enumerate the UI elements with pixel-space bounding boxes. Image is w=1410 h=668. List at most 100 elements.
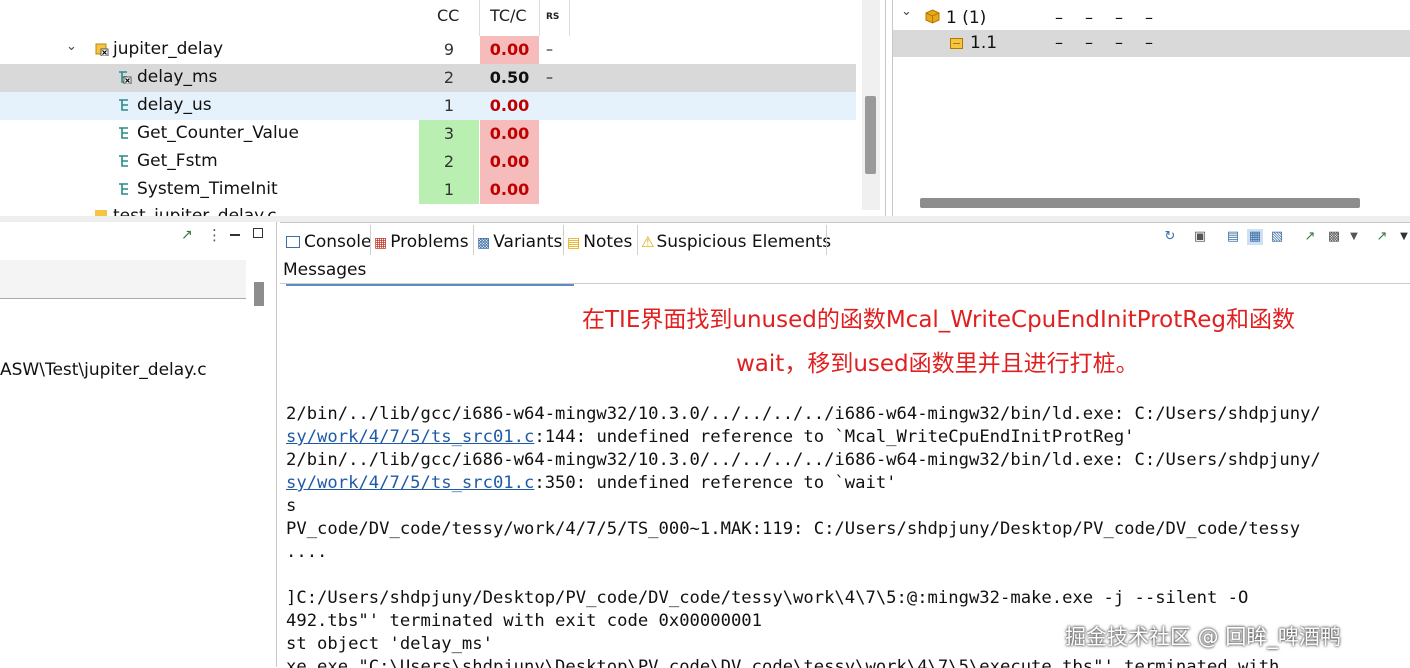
tree-item-label: Get_Counter_Value bbox=[137, 123, 299, 143]
test-step-icon bbox=[950, 38, 963, 49]
console-line-text: :350: undefined reference to `wait' bbox=[534, 473, 897, 493]
tab-separator bbox=[826, 225, 827, 255]
column-header-rs[interactable]: RS bbox=[546, 12, 559, 22]
new-window-icon[interactable]: ↗ bbox=[181, 227, 193, 243]
tree-item-label: Get_Fstm bbox=[137, 151, 218, 171]
source-file-icon bbox=[95, 43, 109, 56]
status-dash: – bbox=[1145, 33, 1153, 52]
cc-value: 1 bbox=[443, 96, 455, 115]
tab-problems[interactable]: ▦ Problems bbox=[374, 227, 469, 257]
console-icon bbox=[286, 236, 300, 248]
tc-value: 0.00 bbox=[489, 96, 530, 115]
status-dash: – bbox=[1055, 33, 1063, 52]
tab-variants[interactable]: ▩ Variants bbox=[477, 227, 562, 257]
column-header-tc[interactable]: TC/C bbox=[490, 6, 527, 25]
function-icon bbox=[119, 183, 128, 195]
test-case-row[interactable]: ⌄ 1 (1) – – – – bbox=[893, 3, 1410, 30]
status-dash: – bbox=[1115, 33, 1123, 52]
cc-value: 2 bbox=[443, 68, 455, 87]
terminate-icon[interactable]: ▣ bbox=[1192, 229, 1208, 245]
rs-value: – bbox=[546, 70, 553, 86]
minimize-icon[interactable] bbox=[230, 234, 240, 236]
console-line: st object 'delay_ms' bbox=[286, 634, 493, 654]
tree-row-system-timeinit[interactable]: System_TimeInit 1 0.00 bbox=[0, 176, 856, 204]
column-separator[interactable] bbox=[479, 0, 480, 36]
tab-separator bbox=[637, 225, 638, 255]
tree-row-jupiter-delay[interactable]: ⌄ jupiter_delay 9 0.00 – bbox=[0, 36, 856, 64]
cut-link-line bbox=[286, 284, 574, 286]
tree-row-get-counter-value[interactable]: Get_Counter_Value 3 0.00 bbox=[0, 120, 856, 148]
test-case-label: 1 (1) bbox=[946, 8, 987, 28]
display-console-icon[interactable]: ▩ bbox=[1326, 229, 1342, 245]
tab-label: Notes bbox=[583, 232, 633, 252]
function-icon bbox=[119, 155, 128, 167]
properties-header bbox=[0, 260, 246, 299]
test-case-scrollbar[interactable] bbox=[920, 198, 1360, 208]
tree-row-delay-us[interactable]: delay_us 1 0.00 bbox=[0, 92, 856, 120]
cc-value: 3 bbox=[419, 120, 479, 148]
word-wrap-icon[interactable]: ▧ bbox=[1269, 229, 1285, 245]
console-line: 2/bin/../lib/gcc/i686-w64-mingw32/10.3.0… bbox=[286, 450, 1321, 470]
console-line: xe.exe "C:\Users\shdpjuny\Desktop\PV_cod… bbox=[286, 657, 1280, 668]
function-icon bbox=[119, 127, 128, 139]
tab-notes[interactable]: ▤ Notes bbox=[567, 227, 632, 257]
tab-separator bbox=[370, 225, 371, 255]
function-icon bbox=[119, 99, 128, 111]
column-separator[interactable] bbox=[539, 0, 540, 36]
tab-label: Console bbox=[304, 232, 372, 252]
view-menu-icon[interactable]: ▼ bbox=[1396, 229, 1410, 245]
status-dash: – bbox=[1055, 8, 1063, 27]
column-header-cc[interactable]: CC bbox=[437, 6, 459, 25]
console-line: 2/bin/../lib/gcc/i686-w64-mingw32/10.3.0… bbox=[286, 404, 1321, 424]
console-line: s bbox=[286, 496, 297, 516]
tab-suspicious-elements[interactable]: ⚠ Suspicious Elements bbox=[641, 227, 831, 257]
messages-header: Messages bbox=[280, 257, 1410, 284]
tab-label: Problems bbox=[390, 232, 469, 252]
console-line: PV_code/DV_code/tessy/work/4/7/5/TS_000~… bbox=[286, 519, 1301, 539]
annotation-line-2: wait，移到used函数里并且进行打桩。 bbox=[736, 351, 1139, 377]
status-dash: – bbox=[1145, 8, 1153, 27]
rs-value: – bbox=[546, 42, 553, 58]
status-dash: – bbox=[1085, 33, 1093, 52]
clear-console-icon[interactable]: ▤ bbox=[1225, 229, 1241, 245]
tab-console[interactable]: Console bbox=[284, 227, 372, 257]
cc-value: 9 bbox=[443, 40, 455, 59]
chevron-down-icon[interactable]: ⌄ bbox=[66, 39, 77, 54]
tree-row-delay-ms[interactable]: delay_ms 2 0.50 – bbox=[0, 64, 856, 92]
tc-value: 0.00 bbox=[480, 148, 539, 176]
properties-scrollbar[interactable] bbox=[254, 282, 264, 306]
properties-panel: ↗ ⋮ ASW\Test\jupiter_delay.c bbox=[0, 222, 277, 667]
test-case-icon bbox=[925, 9, 940, 24]
test-step-label: 1.1 bbox=[970, 33, 998, 53]
source-link[interactable]: sy/work/4/7/5/ts_src01.c bbox=[286, 427, 534, 447]
new-console-icon[interactable]: ↗ bbox=[1374, 229, 1390, 245]
chevron-down-icon[interactable]: ▼ bbox=[1346, 229, 1362, 245]
tree-item-label: delay_us bbox=[137, 95, 212, 115]
tree-item-label: System_TimeInit bbox=[137, 179, 278, 199]
coverage-tree-panel: CC TC/C RS ⌄ jupiter_delay 9 0.00 – dela… bbox=[0, 0, 886, 217]
cc-value: 1 bbox=[419, 176, 479, 204]
maximize-icon[interactable] bbox=[253, 228, 263, 238]
console-line: ]C:/Users/shdpjuny/Desktop/PV_code/DV_co… bbox=[286, 588, 1249, 608]
chevron-down-icon[interactable]: ⌄ bbox=[901, 4, 912, 19]
tc-value: 0.00 bbox=[480, 120, 539, 148]
console-line: .... bbox=[286, 542, 328, 562]
pin-console-icon[interactable]: ↻ bbox=[1162, 229, 1178, 245]
status-dash: – bbox=[1115, 8, 1123, 27]
test-step-row[interactable]: 1.1 – – – – bbox=[893, 30, 1410, 57]
more-options-icon[interactable]: ⋮ bbox=[207, 226, 222, 244]
tree-row-get-fstm[interactable]: Get_Fstm 2 0.00 bbox=[0, 148, 856, 176]
warning-icon: ⚠ bbox=[641, 233, 655, 251]
open-console-icon[interactable]: ↗ bbox=[1302, 229, 1318, 245]
tree-scrollbar-thumb[interactable] bbox=[865, 96, 876, 174]
status-dash: – bbox=[1085, 8, 1093, 27]
annotation-line-1: 在TIE界面找到unused的函数Mcal_WriteCpuEndInitPro… bbox=[582, 307, 1295, 333]
cc-value: 2 bbox=[419, 148, 479, 176]
scroll-lock-icon[interactable]: ▦ bbox=[1247, 229, 1263, 245]
notes-icon: ▤ bbox=[567, 235, 581, 251]
source-link[interactable]: sy/work/4/7/5/ts_src01.c bbox=[286, 473, 534, 493]
console-line: 492.tbs"' terminated with exit code 0x00… bbox=[286, 611, 762, 631]
console-line-text: :144: undefined reference to `Mcal_Write… bbox=[534, 427, 1135, 447]
tab-separator bbox=[473, 225, 474, 255]
column-separator[interactable] bbox=[569, 0, 570, 36]
